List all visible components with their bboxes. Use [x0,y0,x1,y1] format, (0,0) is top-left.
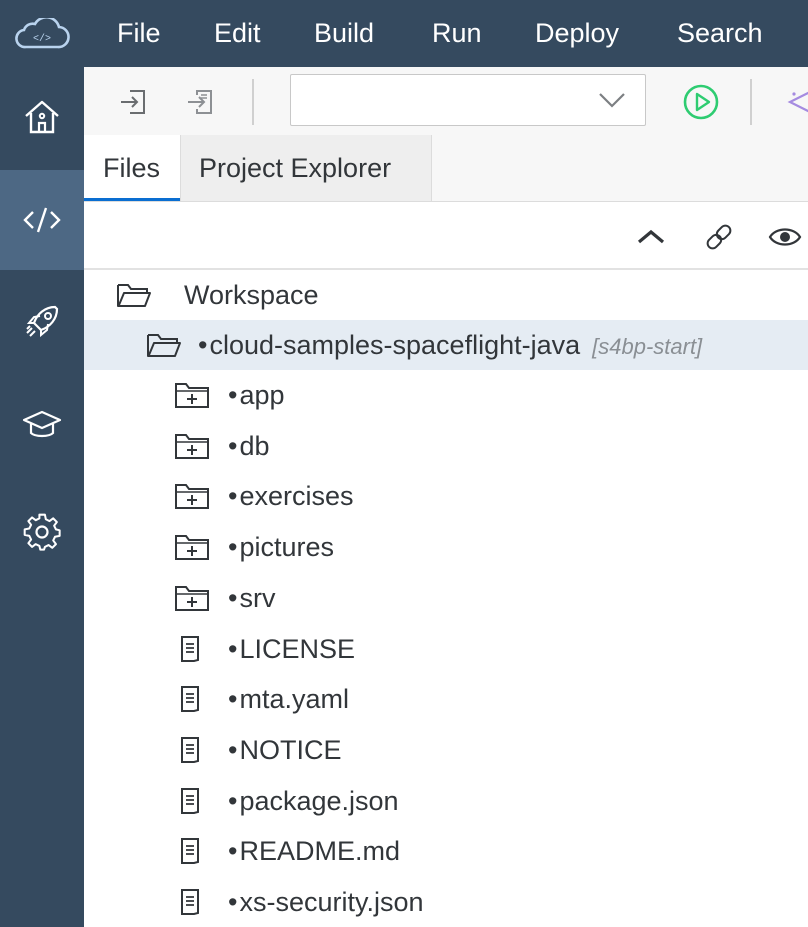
menu-build[interactable]: Build [314,0,374,67]
tree-item-label: •NOTICE [228,734,342,765]
item-name: LICENSE [239,633,355,664]
cloud-logo-icon[interactable]: </> [14,15,70,50]
item-name: xs-security.json [239,887,424,917]
item-name: package.json [239,785,399,816]
tab-project-explorer[interactable]: Project Explorer [180,135,432,201]
tree-item-label: •README.md [228,836,400,867]
svg-text:</>: </> [33,33,51,45]
sidebar-item-home[interactable] [0,67,84,167]
tree-item-label: Workspace [184,280,319,310]
tree-item-label: •mta.yaml [228,684,349,715]
item-name: NOTICE [239,734,342,765]
folder-closed-icon [175,383,209,408]
assistant-icon[interactable] [784,86,808,118]
import-icon[interactable] [118,86,150,118]
item-name: pictures [239,532,334,563]
menu-deploy[interactable]: Deploy [535,0,619,67]
tree-item-project[interactable]: •cloud-samples-spaceflight-java [s4bp-sta… [84,320,808,370]
folder-closed-icon [175,433,209,459]
file-icon [181,838,199,865]
item-name: srv [239,582,276,613]
folder-closed-icon [175,535,209,561]
item-name: mta.yaml [239,684,349,715]
tree-item-xs-security-json[interactable]: •xs-security.json [84,877,808,927]
export-icon[interactable] [185,86,217,118]
toolbar-separator [252,79,254,125]
tree-item-pictures[interactable]: •pictures [84,522,808,572]
folder-open-icon [147,334,181,357]
tab-files[interactable]: Files [84,135,180,201]
menu-search[interactable]: Search [677,0,763,67]
tree-item-readme-md[interactable]: •README.md [84,826,808,876]
run-icon[interactable] [682,83,720,121]
tree-item-srv[interactable]: •srv [84,573,808,623]
menu-file[interactable]: File [117,0,161,67]
git-branch: [s4bp-start] [592,334,703,359]
file-icon [181,787,199,814]
tree-item-mta-yaml[interactable]: •mta.yaml [84,674,808,724]
tab-bar: Files Project Explorer [84,135,808,202]
menu-run[interactable]: Run [432,0,482,67]
tree-item-label: •exercises [228,481,354,512]
sidebar-item-preferences[interactable] [0,482,84,582]
item-name: db [239,430,270,461]
tree-item-label: •LICENSE [228,633,355,664]
folder-open-icon [117,284,151,307]
tree-item-db[interactable]: •db [84,421,808,471]
tree-item-label: •package.json [228,785,399,816]
item-name: app [239,380,285,410]
file-icon [181,686,199,713]
sidebar-item-development[interactable] [0,170,84,270]
home-icon [25,100,59,134]
menu-bar: </> File Edit Build Run Deploy Search [0,0,808,67]
tree-item-workspace[interactable]: Workspace [84,270,808,320]
run-configuration-dropdown[interactable] [290,74,646,126]
gear-icon [23,513,61,551]
file-icon [181,736,199,763]
tree-item-label: •cloud-samples-spaceflight-java [s4bp-sta… [198,330,703,360]
menu-edit[interactable]: Edit [214,0,261,67]
graduation-cap-icon [22,410,62,438]
collapse-all-icon[interactable] [634,220,668,254]
tree-item-label: •db [228,430,270,461]
file-tree: Workspace •cloud-samples-spaceflight-jav… [84,270,808,927]
tree-item-package-json[interactable]: •package.json [84,776,808,826]
folder-closed-icon [175,484,209,510]
tree-item-notice[interactable]: •NOTICE [84,725,808,775]
file-icon [181,635,199,662]
link-icon[interactable] [702,220,736,254]
tree-item-license[interactable]: •LICENSE [84,624,808,674]
tree-item-label: •xs-security.json [228,887,424,917]
toolbar-separator [750,79,752,125]
file-icon [181,889,199,915]
eye-icon[interactable] [768,220,802,254]
tree-toolbar [84,202,808,270]
tree-item-label: •pictures [228,532,334,563]
tree-item-exercises[interactable]: •exercises [84,471,808,521]
chevron-down-icon [599,93,625,108]
project-name: cloud-samples-spaceflight-java [209,330,581,360]
tree-item-label: •app [228,380,285,410]
side-bar [0,67,84,927]
toolbar [84,67,808,136]
folder-closed-icon [175,585,209,611]
tree-item-app[interactable]: •app [84,370,808,420]
code-icon [23,207,61,233]
sidebar-item-deploy[interactable] [0,272,84,372]
item-name: exercises [239,481,354,512]
sidebar-item-learning[interactable] [0,374,84,474]
tree-item-label: •srv [228,582,276,613]
rocket-icon [26,305,59,338]
item-name: README.md [239,836,400,867]
